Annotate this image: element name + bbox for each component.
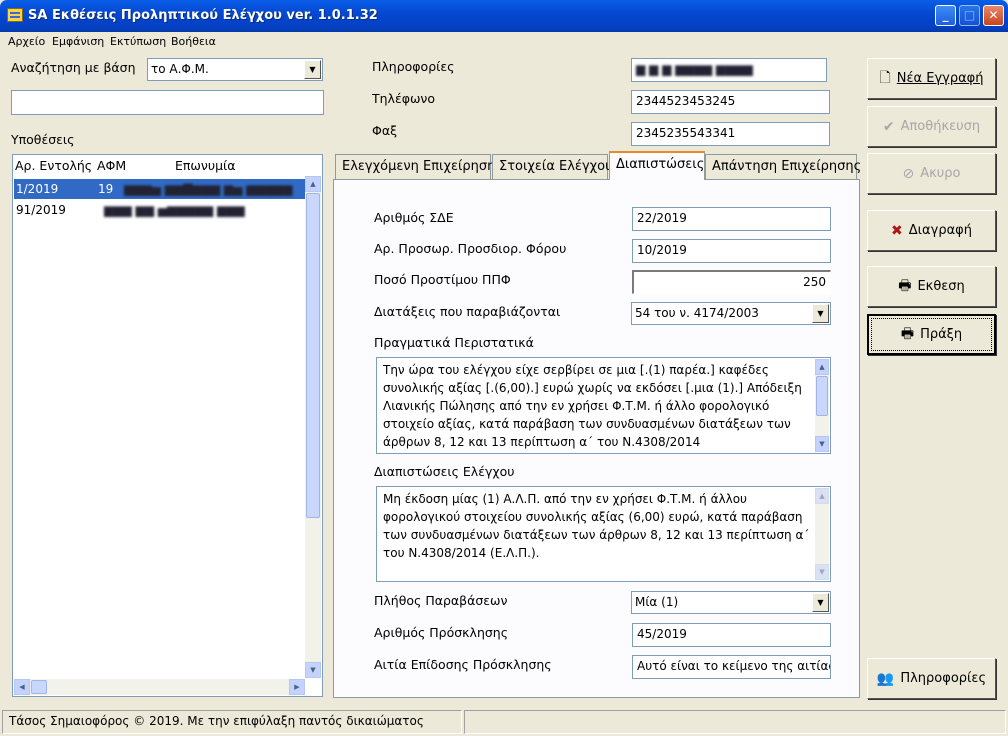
search-label: Αναζήτηση με βάση [11, 60, 136, 75]
window-title: SA Εκθέσεις Προληπτικού Ελέγχου ver. 1.0… [28, 8, 378, 23]
tab-business[interactable]: Ελεγχόμενη Επιχείρηση [335, 154, 495, 179]
menu-view[interactable]: Εμφάνιση [52, 32, 104, 52]
scroll-thumb[interactable] [816, 376, 828, 416]
facts-text: Την ώρα του ελέγχου είχε σερβίρει σε μια… [383, 363, 802, 449]
minimize-button[interactable]: _ [935, 5, 956, 26]
menu-bar: Αρχείο Εμφάνιση Εκτύπωση Βοήθεια [4, 32, 1004, 52]
users-icon: 👥 [876, 670, 895, 687]
scroll-thumb[interactable] [306, 193, 320, 518]
tab-findings[interactable]: Διαπιστώσεις [609, 151, 705, 180]
fine-field[interactable]: 250 [632, 270, 831, 294]
row-order: 1/2019 [16, 182, 59, 196]
findings-textarea[interactable]: Μη έκδοση μίας (1) Α.Λ.Π. από την εν χρή… [376, 486, 831, 582]
list-vertical-scrollbar[interactable]: ▲ ▼ [305, 176, 321, 678]
invitation-label: Αριθμός Πρόσκλησης [374, 625, 509, 640]
title-bar[interactable]: SA Εκθέσεις Προληπτικού Ελέγχου ver. 1.0… [0, 0, 1008, 32]
new-document-icon: 🗋 [879, 69, 891, 86]
search-mode-select[interactable]: το Α.Φ.Μ. ▼ [147, 58, 323, 81]
tab-control-data[interactable]: Στοιχεία Ελέγχου [492, 154, 613, 179]
save-button[interactable]: ✔ Αποθήκευση [867, 106, 996, 147]
fax-field[interactable]: 2345235543341 [631, 122, 830, 146]
redacted-text: ▆▆▆▅ ▆▆▇▆▆▆ ▆▅ ▆▆▆▆▆ [124, 182, 293, 196]
facts-textarea[interactable]: Την ώρα του ελέγχου είχε σερβίρει σε μια… [376, 357, 831, 454]
close-button[interactable]: ✕ [983, 5, 1004, 26]
menu-print[interactable]: Εκτύπωση [110, 32, 166, 52]
ppf-label: Αρ. Προσωρ. Προσδιορ. Φόρου [374, 241, 567, 256]
fine-label: Ποσό Προστίμου ΠΠΦ [374, 272, 511, 287]
reason-label: Αιτία Επίδοσης Πρόσκλησης [374, 657, 552, 672]
scroll-up-icon[interactable]: ▲ [815, 488, 829, 504]
cancel-button[interactable]: ⊘ Ακυρο [867, 153, 996, 194]
delete-button[interactable]: ✖ Διαγραφή [867, 210, 996, 251]
info-field[interactable]: ▆ ▆ ▆ ▆▆▆▆ ▆▆▆▆ [631, 58, 827, 82]
new-record-button[interactable]: 🗋 Νέα Εγγραφή [867, 58, 996, 99]
facts-label: Πραγματικά Περιστατικά [374, 335, 534, 350]
findings-label: Διαπιστώσεις Ελέγχου [374, 464, 515, 479]
scroll-down-icon[interactable]: ▼ [815, 564, 829, 580]
invitation-field[interactable]: 45/2019 [632, 623, 831, 647]
search-mode-value: το Α.Φ.Μ. [151, 62, 209, 76]
provisions-label: Διατάξεις που παραβιάζονται [374, 304, 561, 319]
row-order: 91/2019 [16, 203, 66, 217]
violations-value: Μία (1) [635, 595, 679, 609]
column-header-name[interactable]: Επωνυμία [175, 158, 236, 173]
delete-x-icon: ✖ [891, 222, 903, 239]
provisions-value: 54 του ν. 4174/2003 [635, 306, 759, 320]
phone-label: Τηλέφωνο [372, 91, 436, 106]
sde-label: Αριθμός ΣΔΕ [374, 210, 454, 225]
findings-text: Μη έκδοση μίας (1) Α.Λ.Π. από την εν χρή… [383, 492, 810, 560]
search-input[interactable] [11, 90, 324, 115]
maximize-button[interactable]: □ [959, 5, 980, 26]
scroll-down-icon[interactable]: ▼ [815, 436, 829, 452]
findings-scrollbar[interactable]: ▲ ▼ [815, 488, 829, 580]
row-afm: 19 [98, 182, 114, 196]
redacted-text: ▆ ▆ ▆ ▆▆▆▆ ▆▆▆▆ [636, 62, 753, 76]
violations-label: Πλήθος Παραβάσεων [374, 593, 508, 608]
report-button[interactable]: 🖶 Εκθεση [867, 266, 996, 307]
chevron-down-icon[interactable]: ▼ [812, 593, 829, 612]
menu-file[interactable]: Αρχείο [8, 32, 45, 52]
status-panel-empty [464, 710, 1006, 734]
provisions-select[interactable]: 54 του ν. 4174/2003 ▼ [631, 302, 831, 325]
info-button[interactable]: 👥 Πληροφορίες [867, 658, 996, 699]
cancel-icon: ⊘ [902, 165, 915, 182]
violations-select[interactable]: Μία (1) ▼ [631, 591, 831, 614]
status-copyright: Τάσος Σημαιοφόρος © 2019. Με την επιφύλα… [2, 710, 462, 734]
phone-field[interactable]: 2344523453245 [631, 90, 830, 114]
chevron-down-icon[interactable]: ▼ [812, 304, 829, 323]
printer-icon: 🖶 [898, 277, 912, 294]
status-bar: Τάσος Σημαιοφόρος © 2019. Με την επιφύλα… [0, 708, 1008, 736]
cases-list[interactable]: Αρ. Εντολής ΑΦΜ Επωνυμία 1/2019 19 ▆▆▆▅ … [12, 154, 323, 697]
column-header-order[interactable]: Αρ. Εντολής [15, 158, 92, 173]
scroll-up-icon[interactable]: ▲ [815, 359, 829, 375]
table-row[interactable]: 1/2019 19 ▆▆▆▅ ▆▆▇▆▆▆ ▆▅ ▆▆▆▆▆ [14, 179, 306, 199]
chevron-down-icon[interactable]: ▼ [304, 60, 321, 79]
table-row[interactable]: 91/2019 ▆▆▆ ▆▆ ▅▆▆▆▆▆ ▆▆▆ [14, 200, 306, 220]
scroll-right-icon[interactable]: ▶ [289, 679, 305, 695]
scroll-down-icon[interactable]: ▼ [305, 662, 321, 678]
cases-label: Υποθέσεις [11, 132, 75, 147]
ppf-field[interactable]: 10/2019 [632, 239, 831, 263]
fax-label: Φαξ [372, 123, 398, 138]
scroll-left-icon[interactable]: ◀ [14, 679, 30, 695]
act-button[interactable]: 🖶 Πράξη [867, 314, 996, 355]
sde-field[interactable]: 22/2019 [632, 207, 831, 231]
info-label: Πληροφορίες [372, 59, 455, 74]
scroll-up-icon[interactable]: ▲ [305, 176, 321, 192]
list-horizontal-scrollbar[interactable]: ◀ ▶ [14, 679, 305, 695]
facts-scrollbar[interactable]: ▲ ▼ [815, 359, 829, 452]
checkmark-icon: ✔ [882, 118, 895, 135]
app-icon [7, 8, 23, 22]
column-header-afm[interactable]: ΑΦΜ [97, 158, 126, 173]
tab-business-response[interactable]: Απάντηση Επιχείρησης [705, 154, 861, 179]
printer-icon: 🖶 [900, 325, 915, 342]
menu-help[interactable]: Βοήθεια [171, 32, 216, 52]
scroll-thumb[interactable] [31, 680, 47, 694]
redacted-text: ▆▆▆ ▆▆ ▅▆▆▆▆▆ ▆▆▆ [104, 203, 245, 217]
reason-field[interactable]: Αυτό είναι το κείμενο της αιτίας [632, 655, 831, 679]
